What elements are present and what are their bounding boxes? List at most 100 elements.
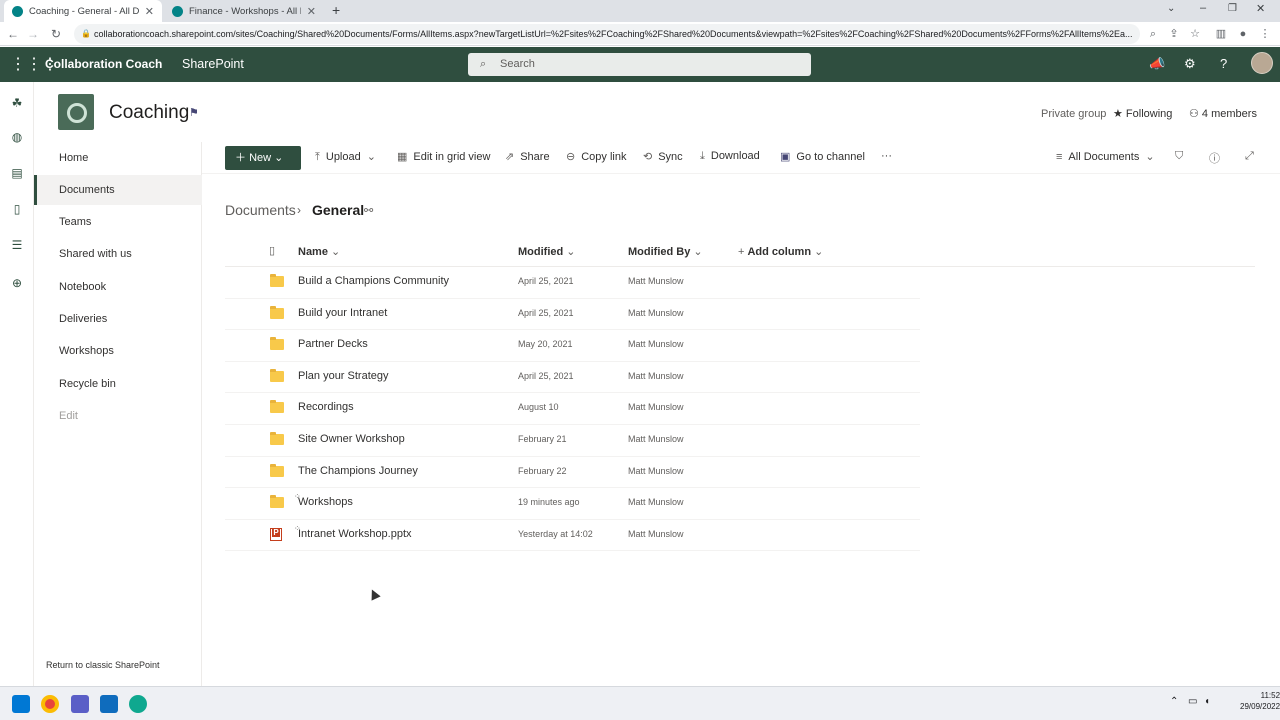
file-type-icon[interactable]: ▯: [269, 244, 275, 257]
minimize-icon[interactable]: –: [1200, 2, 1206, 14]
row-name-link[interactable]: Site Owner Workshop: [298, 433, 405, 445]
create-icon[interactable]: ⊕: [9, 275, 25, 291]
file-icon[interactable]: ▯: [9, 201, 25, 217]
teams-app-icon[interactable]: [71, 695, 89, 713]
browser-tab-coaching[interactable]: Coaching - General - All Docume ✕: [4, 0, 162, 22]
edge-icon[interactable]: [129, 695, 147, 713]
row-name-link[interactable]: Intranet Workshop.pptx: [298, 528, 412, 540]
grid-view-button[interactable]: ▦ Edit in grid view: [397, 150, 490, 163]
row-modified-by[interactable]: Matt Munslow: [628, 308, 684, 318]
row-name-link[interactable]: Recordings: [298, 401, 354, 413]
search-input[interactable]: ⌕ Search: [468, 53, 811, 76]
tab-close-icon[interactable]: ✕: [145, 5, 154, 18]
nav-item-teams[interactable]: Teams: [34, 207, 202, 237]
row-name-link[interactable]: Build a Champions Community: [298, 275, 449, 287]
add-column-button[interactable]: + Add column ⌄: [738, 245, 823, 258]
row-modified-by[interactable]: Matt Munslow: [628, 402, 684, 412]
table-row[interactable]: The Champions Journey February 22 Matt M…: [225, 457, 920, 489]
sharepoint-link[interactable]: SharePoint: [182, 57, 244, 71]
globe-icon[interactable]: ◍: [9, 129, 25, 145]
restore-icon[interactable]: ❐: [1228, 3, 1237, 14]
expand-icon[interactable]: ⤢: [1245, 150, 1254, 163]
table-row[interactable]: Site Owner Workshop February 21 Matt Mun…: [225, 425, 920, 457]
nav-item-recycle-bin[interactable]: Recycle bin: [34, 369, 202, 399]
row-name-link[interactable]: Partner Decks: [298, 338, 368, 350]
help-icon[interactable]: ?: [1220, 56, 1227, 71]
row-name-link[interactable]: Plan your Strategy: [298, 370, 389, 382]
row-modified-by[interactable]: Matt Munslow: [628, 434, 684, 444]
nav-edit-link[interactable]: Edit: [34, 401, 202, 431]
new-button[interactable]: ＋ New ⌄: [225, 146, 301, 170]
nav-item-notebook[interactable]: Notebook: [34, 272, 202, 302]
download-button[interactable]: ⤓ Download: [700, 150, 760, 163]
window-close-icon[interactable]: ✕: [1256, 2, 1265, 15]
tab-search-icon[interactable]: ⌄: [1167, 3, 1175, 14]
copy-link-button[interactable]: ⊖ Copy link: [566, 150, 626, 163]
system-clock[interactable]: 11:52 29/09/2022: [1240, 690, 1280, 712]
go-to-channel-button[interactable]: ▣ Go to channel: [780, 150, 865, 163]
more-commands-button[interactable]: ···: [881, 150, 892, 162]
chrome-icon[interactable]: [41, 695, 59, 713]
list-icon[interactable]: ☰: [9, 237, 25, 253]
network-icon[interactable]: ▭: [1188, 696, 1197, 707]
filter-icon[interactable]: ⛉: [1175, 150, 1183, 163]
row-modified-by[interactable]: Matt Munslow: [628, 466, 684, 476]
row-modified-by[interactable]: Matt Munslow: [628, 371, 684, 381]
table-row[interactable]: Plan your Strategy April 25, 2021 Matt M…: [225, 362, 920, 394]
nav-item-shared-with-us[interactable]: Shared with us: [34, 239, 202, 269]
row-modified-by[interactable]: Matt Munslow: [628, 497, 684, 507]
zoom-icon[interactable]: ⌕: [1144, 25, 1162, 43]
classic-sharepoint-link[interactable]: Return to classic SharePoint: [46, 660, 160, 670]
profile-icon[interactable]: ●: [1234, 25, 1252, 43]
column-header-modified-by[interactable]: Modified By ⌄: [628, 245, 703, 258]
menu-kebab-icon[interactable]: ⋮: [1256, 25, 1274, 43]
nav-item-deliveries[interactable]: Deliveries: [34, 304, 202, 334]
bookmark-star-icon[interactable]: ☆: [1186, 25, 1204, 43]
column-header-name[interactable]: Name ⌄: [298, 245, 340, 258]
breadcrumb-documents[interactable]: Documents: [225, 202, 296, 218]
row-modified-by[interactable]: Matt Munslow: [628, 276, 684, 286]
members-button[interactable]: ⚇ 4 members: [1189, 107, 1257, 120]
table-row[interactable]: Recordings August 10 Matt Munslow: [225, 393, 920, 425]
organization-name[interactable]: Collaboration Coach: [45, 57, 162, 71]
new-tab-button[interactable]: +: [332, 2, 340, 18]
nav-item-home[interactable]: Home: [34, 143, 202, 173]
megaphone-icon[interactable]: 📣: [1149, 56, 1165, 72]
nav-item-documents[interactable]: Documents: [34, 175, 202, 205]
news-icon[interactable]: ▤: [9, 165, 25, 181]
table-row[interactable]: ⁘ Intranet Workshop.pptx Yesterday at 14…: [225, 520, 920, 552]
forward-icon[interactable]: →: [24, 25, 42, 43]
row-modified-by[interactable]: Matt Munslow: [628, 529, 684, 539]
avatar[interactable]: [1251, 52, 1273, 74]
follow-button[interactable]: ★ Following: [1113, 107, 1172, 120]
teams-icon[interactable]: ⚑: [189, 106, 199, 119]
row-name-link[interactable]: The Champions Journey: [298, 465, 418, 477]
address-bar[interactable]: 🔒 collaborationcoach.sharepoint.com/site…: [74, 24, 1140, 44]
folder-people-icon[interactable]: ⚯: [364, 204, 373, 217]
back-icon[interactable]: ←: [4, 25, 22, 43]
table-row[interactable]: ⁘ Workshops 19 minutes ago Matt Munslow: [225, 488, 920, 520]
windows-start-icon[interactable]: [12, 695, 30, 713]
volume-icon[interactable]: ◖: [1204, 696, 1210, 707]
sidepanel-icon[interactable]: ▥: [1212, 25, 1230, 43]
reload-icon[interactable]: ↻: [47, 25, 65, 43]
table-row[interactable]: Partner Decks May 20, 2021 Matt Munslow: [225, 330, 920, 362]
info-icon[interactable]: ⓘ: [1209, 150, 1220, 166]
column-header-modified[interactable]: Modified ⌄: [518, 245, 576, 258]
site-logo[interactable]: [58, 94, 94, 130]
site-title[interactable]: Coaching: [109, 102, 189, 124]
row-name-link[interactable]: Workshops: [298, 496, 353, 508]
view-switcher[interactable]: ≡ All Documents ⌄: [1056, 150, 1161, 163]
table-row[interactable]: Build your Intranet April 25, 2021 Matt …: [225, 299, 920, 331]
tab-close-icon[interactable]: ✕: [307, 5, 316, 18]
tray-chevron-icon[interactable]: ⌃: [1170, 696, 1178, 707]
sharepoint-home-icon[interactable]: ☘: [9, 95, 25, 111]
upload-button[interactable]: ⤒ Upload ⌄: [315, 150, 382, 164]
nav-item-workshops[interactable]: Workshops: [34, 336, 202, 366]
sync-button[interactable]: ⟲ Sync: [643, 150, 683, 163]
share-button[interactable]: ⇗ Share: [505, 150, 550, 163]
gear-icon[interactable]: ⚙: [1184, 56, 1196, 72]
row-name-link[interactable]: Build your Intranet: [298, 307, 387, 319]
row-modified-by[interactable]: Matt Munslow: [628, 339, 684, 349]
share-page-icon[interactable]: ⇪: [1165, 25, 1183, 43]
